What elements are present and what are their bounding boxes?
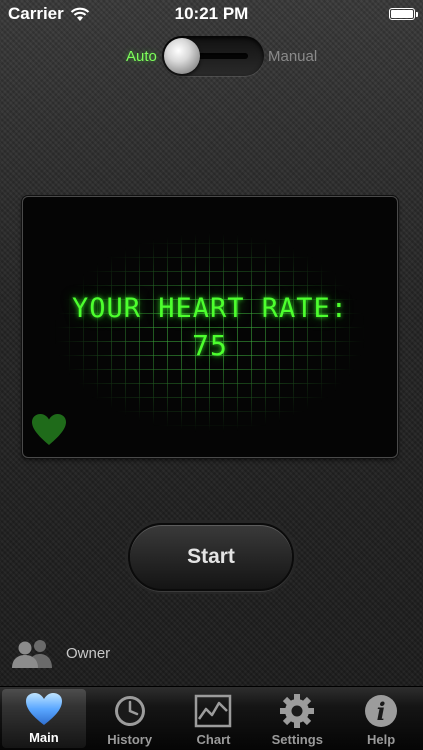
mode-switch[interactable]	[162, 36, 264, 76]
tab-help-label: Help	[367, 732, 396, 747]
chart-icon	[195, 694, 232, 728]
carrier-label: Carrier	[8, 4, 64, 23]
tab-history[interactable]: History	[88, 687, 172, 750]
clock-icon	[114, 696, 145, 726]
user-name: Owner	[66, 644, 111, 662]
users-icon	[12, 640, 52, 668]
wifi-icon	[70, 7, 90, 21]
start-button[interactable]: Start	[128, 523, 294, 591]
tab-bar: Main History Chart Settings i Help	[0, 686, 423, 750]
tab-history-label: History	[107, 732, 153, 747]
status-left: Carrier	[8, 4, 90, 24]
heart-rate-title: YOUR HEART RATE:	[71, 293, 349, 324]
tab-settings[interactable]: Settings	[255, 687, 339, 750]
svg-text:i: i	[377, 697, 386, 726]
gear-icon	[280, 694, 315, 728]
heart-icon	[32, 414, 66, 445]
battery-icon	[389, 8, 418, 20]
info-icon: i	[365, 695, 398, 727]
tab-help[interactable]: i Help	[339, 687, 423, 750]
mode-toggle: Auto Manual	[0, 36, 423, 78]
switch-knob[interactable]	[164, 38, 200, 74]
tab-chart-label: Chart	[196, 732, 231, 747]
heart-rate-value: 75	[192, 329, 228, 362]
status-bar: Carrier 10:21 PM	[0, 0, 423, 28]
tab-main-label: Main	[29, 730, 59, 745]
tab-main[interactable]: Main	[2, 689, 86, 748]
heart-rate-display: YOUR HEART RATE: 75	[22, 196, 398, 458]
tab-chart[interactable]: Chart	[172, 687, 256, 750]
heart-icon	[25, 693, 62, 725]
user-row[interactable]: Owner	[10, 636, 110, 670]
mode-label-auto[interactable]: Auto	[126, 48, 157, 65]
mode-label-manual[interactable]: Manual	[268, 48, 317, 65]
tab-settings-label: Settings	[271, 732, 323, 747]
display-grid	[23, 197, 397, 457]
